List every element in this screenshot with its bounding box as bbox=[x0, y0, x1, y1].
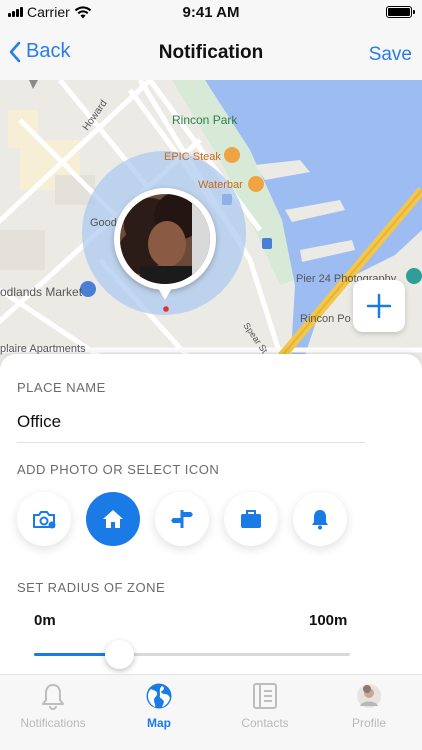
slider-thumb[interactable] bbox=[105, 640, 135, 669]
signpost-icon bbox=[171, 510, 193, 528]
icon-picker bbox=[17, 492, 377, 548]
map-label-poi: Good bbox=[90, 217, 117, 229]
place-name-input[interactable] bbox=[17, 410, 367, 434]
home-button[interactable] bbox=[86, 492, 140, 546]
save-button[interactable]: Save bbox=[369, 44, 412, 66]
radius-max-label: 100m bbox=[309, 612, 348, 629]
tab-profile[interactable]: Profile bbox=[316, 679, 422, 735]
add-button[interactable] bbox=[353, 280, 405, 332]
map-label-restaurant: Waterbar bbox=[198, 179, 243, 191]
avatar-icon bbox=[357, 684, 381, 708]
tab-label: Profile bbox=[351, 716, 386, 730]
zone-settings-sheet: PLACE NAME ADD PHOTO OR SELECT ICON bbox=[0, 354, 422, 674]
place-name-label: PLACE NAME bbox=[17, 380, 106, 395]
tab-bar: Notifications Map Contacts Profile bbox=[0, 674, 422, 750]
battery-icon bbox=[386, 6, 415, 18]
map-view[interactable]: Howard Rincon Park EPIC Steak Waterbar G… bbox=[0, 80, 422, 370]
camera-button[interactable] bbox=[17, 492, 71, 546]
bell-button[interactable] bbox=[293, 492, 347, 546]
page-title: Notification bbox=[158, 42, 264, 63]
briefcase-icon bbox=[241, 510, 261, 528]
tab-label: Contacts bbox=[241, 716, 289, 730]
bell-icon bbox=[42, 684, 64, 710]
tab-contacts[interactable]: Contacts bbox=[212, 679, 318, 735]
avatar-photo bbox=[120, 194, 210, 284]
divider bbox=[17, 442, 365, 443]
camera-icon bbox=[33, 511, 56, 529]
radius-slider[interactable] bbox=[34, 640, 350, 670]
radius-min-label: 0m bbox=[34, 612, 56, 629]
navigation-bar: Back Notification Save bbox=[0, 24, 422, 80]
map-label-restaurant: EPIC Steak bbox=[164, 151, 221, 163]
status-time: 9:41 AM bbox=[182, 4, 240, 21]
avatar-pin[interactable] bbox=[114, 188, 216, 300]
briefcase-button[interactable] bbox=[224, 492, 278, 546]
status-bar: Carrier 9:41 AM bbox=[0, 0, 422, 24]
map-label-market: odlands Market bbox=[0, 285, 83, 299]
icon-section-label: ADD PHOTO OR SELECT ICON bbox=[17, 462, 220, 477]
globe-icon bbox=[146, 683, 172, 709]
radius-label: SET RADIUS OF ZONE bbox=[17, 580, 166, 595]
map-label-park: Rincon Park bbox=[172, 113, 238, 127]
tab-label: Map bbox=[147, 716, 171, 730]
contacts-icon bbox=[253, 683, 277, 709]
tab-label: Notifications bbox=[20, 716, 86, 730]
map-label-rincon: Rincon Po bbox=[300, 313, 351, 325]
signpost-button[interactable] bbox=[155, 492, 209, 546]
tab-notifications[interactable]: Notifications bbox=[0, 679, 106, 735]
bell-icon bbox=[312, 510, 328, 530]
home-icon bbox=[103, 510, 123, 528]
tab-map[interactable]: Map bbox=[106, 679, 212, 735]
plus-icon bbox=[366, 293, 392, 319]
